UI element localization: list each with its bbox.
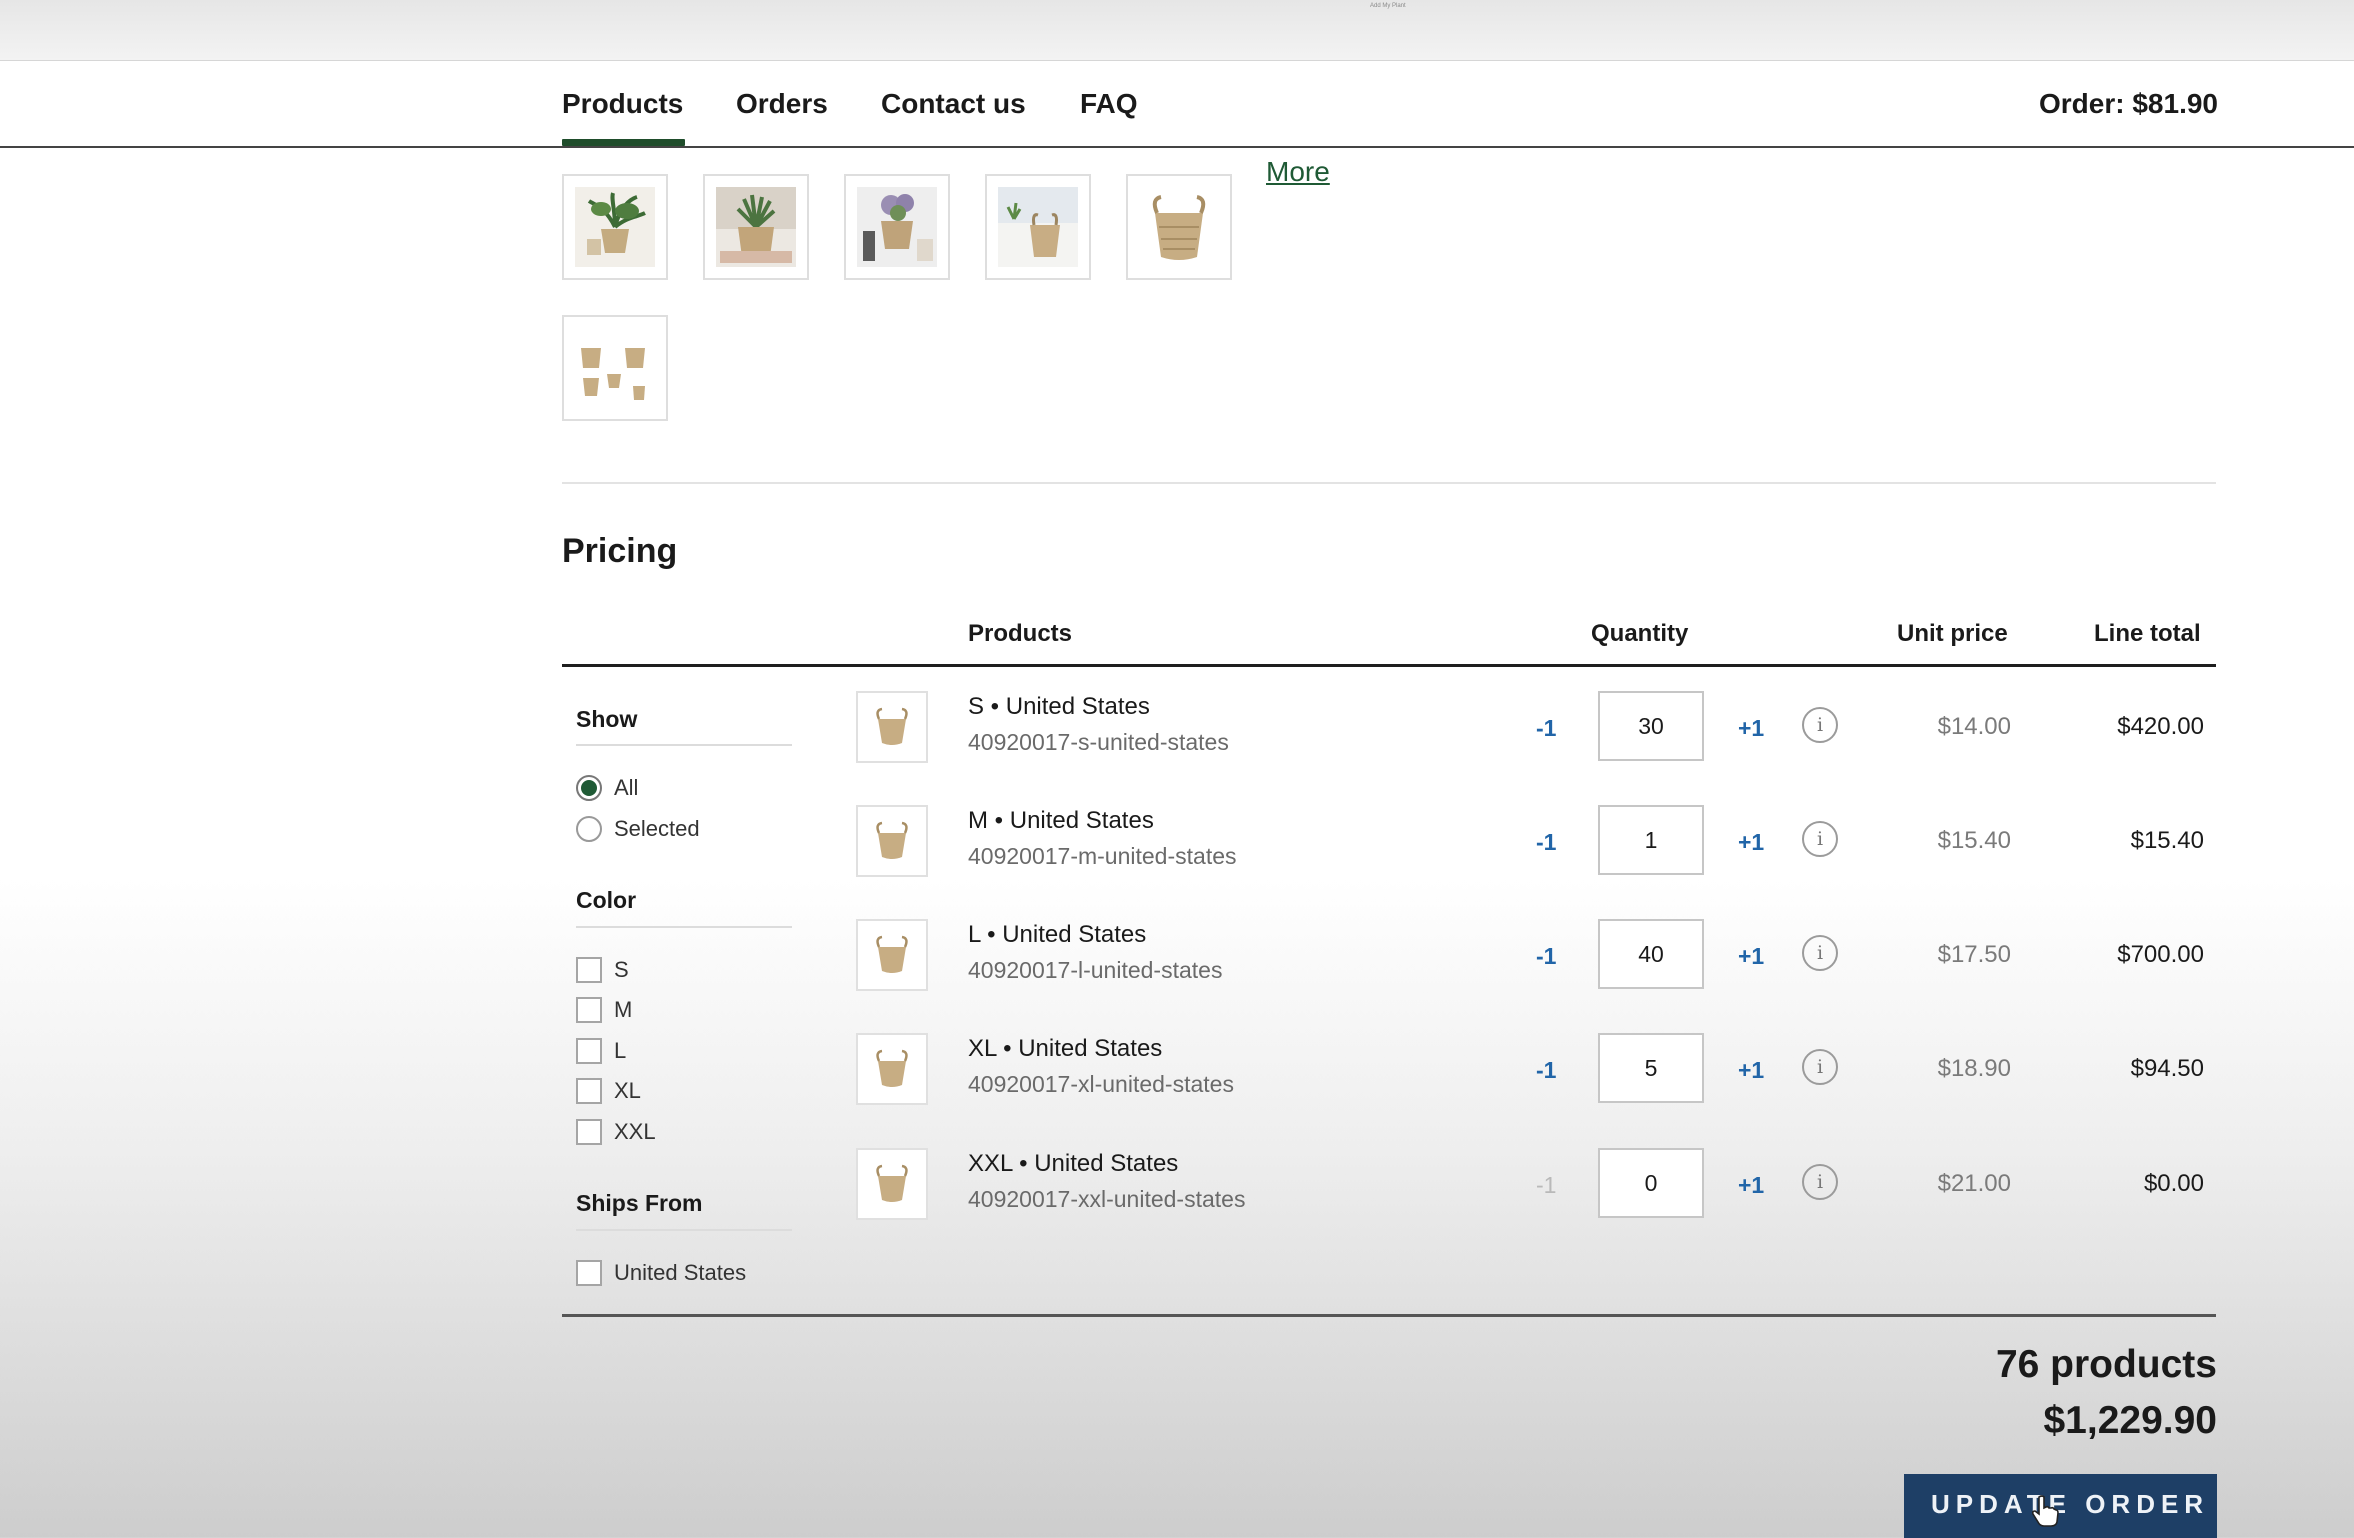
- order-total: Order: $81.90: [2039, 88, 2218, 119]
- update-order-button[interactable]: UPDATE ORDER: [1904, 1474, 2217, 1538]
- column-header-unit-price: Unit price: [1897, 620, 2008, 647]
- variant-name: L • United States: [968, 921, 1147, 948]
- column-header-line-total: Line total: [2094, 620, 2201, 647]
- increment-button[interactable]: +1: [1738, 943, 1764, 970]
- unit-price: $17.50: [1937, 941, 2011, 968]
- products-count: 76 products: [1995, 1343, 2217, 1386]
- tab-faq[interactable]: FAQ: [1080, 88, 1138, 120]
- table-row: L • United States 40920017-l-united-stat…: [0, 919, 2354, 1009]
- product-image: [856, 805, 928, 877]
- hand-cursor-icon: [2031, 1495, 2059, 1527]
- section-divider: [562, 482, 2216, 484]
- increment-button[interactable]: +1: [1738, 829, 1764, 856]
- product-thumbnail-1[interactable]: [562, 174, 668, 280]
- basket-icon: [876, 935, 908, 973]
- plant-basket-image: [716, 187, 796, 267]
- product-image: [856, 691, 928, 763]
- unit-price: $18.90: [1937, 1055, 2011, 1082]
- plant-basket-image: [575, 187, 655, 267]
- basket-icon: [876, 1049, 908, 1087]
- quantity-input[interactable]: [1598, 1033, 1704, 1103]
- unit-price: $15.40: [1937, 827, 2011, 854]
- basket-image: [1139, 187, 1219, 267]
- table-footer-rule: [562, 1314, 2216, 1317]
- variant-sku: 40920017-xl-united-states: [968, 1071, 1234, 1097]
- decrement-button[interactable]: -1: [1536, 829, 1556, 856]
- variant-sku: 40920017-s-united-states: [968, 729, 1229, 755]
- quantity-input[interactable]: [1598, 919, 1704, 989]
- decrement-button[interactable]: -1: [1536, 1172, 1556, 1199]
- basket-icon: [876, 821, 908, 859]
- increment-button[interactable]: +1: [1738, 1057, 1764, 1084]
- quantity-input[interactable]: [1598, 805, 1704, 875]
- line-total: $0.00: [2143, 1170, 2204, 1197]
- basket-icon: [876, 1164, 908, 1202]
- checkbox-icon[interactable]: [576, 1260, 602, 1286]
- variant-name: XL • United States: [968, 1035, 1163, 1062]
- quantity-input[interactable]: [1598, 691, 1704, 761]
- info-icon[interactable]: i: [1802, 1164, 1838, 1200]
- line-total: $94.50: [2130, 1055, 2204, 1082]
- table-header-rule: [562, 664, 2216, 667]
- line-total: $15.40: [2130, 827, 2204, 854]
- tab-orders[interactable]: Orders: [736, 88, 828, 120]
- basket-icon: [876, 707, 908, 745]
- product-thumbnail-6[interactable]: [562, 315, 668, 421]
- table-row: XXL • United States 40920017-xxl-united-…: [0, 1148, 2354, 1238]
- decrement-button[interactable]: -1: [1536, 943, 1556, 970]
- increment-button[interactable]: +1: [1738, 715, 1764, 742]
- filter-ships-from-united-states[interactable]: United States: [576, 1260, 746, 1286]
- plant-basket-image: [998, 187, 1078, 267]
- info-icon[interactable]: i: [1802, 1049, 1838, 1085]
- unit-price: $21.00: [1937, 1170, 2011, 1197]
- product-thumbnail-3[interactable]: [844, 174, 950, 280]
- product-thumbnail-5[interactable]: [1126, 174, 1232, 280]
- tab-products[interactable]: Products: [562, 88, 686, 146]
- variant-sku: 40920017-m-united-states: [968, 843, 1237, 869]
- info-icon[interactable]: i: [1802, 935, 1838, 971]
- unit-price: $14.00: [1937, 713, 2011, 740]
- info-icon[interactable]: i: [1802, 707, 1838, 743]
- column-header-products: Products: [968, 620, 1073, 647]
- decrement-button[interactable]: -1: [1536, 715, 1556, 742]
- variant-sku: 40920017-l-united-states: [968, 957, 1223, 983]
- line-total: $420.00: [2117, 713, 2204, 740]
- product-image: [856, 919, 928, 991]
- product-image: [856, 1148, 928, 1220]
- order-grand-total: $1,229.90: [2043, 1399, 2217, 1442]
- line-total: $700.00: [2117, 941, 2204, 968]
- column-header-quantity: Quantity: [1591, 620, 1689, 647]
- quantity-input[interactable]: [1598, 1148, 1704, 1218]
- table-row: S • United States 40920017-s-united-stat…: [0, 691, 2354, 781]
- variant-name: M • United States: [968, 807, 1154, 834]
- filter-option-label: United States: [614, 1260, 747, 1285]
- tab-contact-us[interactable]: Contact us: [881, 88, 1026, 120]
- plant-basket-image: [857, 187, 937, 267]
- product-thumbnail-2[interactable]: [703, 174, 809, 280]
- variant-name: S • United States: [968, 693, 1150, 720]
- basket-set-image: [575, 328, 655, 408]
- info-icon[interactable]: i: [1802, 821, 1838, 857]
- main-nav: Products Orders Contact us FAQ Order: $8…: [0, 61, 2354, 148]
- more-images-link[interactable]: More: [1266, 156, 1330, 188]
- variant-sku: 40920017-xxl-united-states: [968, 1186, 1246, 1212]
- table-row: M • United States 40920017-m-united-stat…: [0, 805, 2354, 895]
- top-bar-text: Add My Plant: [1370, 3, 1406, 9]
- increment-button[interactable]: +1: [1738, 1172, 1764, 1199]
- top-bar: Add My Plant: [0, 0, 2354, 61]
- product-thumbnail-4[interactable]: [985, 174, 1091, 280]
- variant-name: XXL • United States: [968, 1150, 1179, 1177]
- product-image: [856, 1033, 928, 1105]
- decrement-button[interactable]: -1: [1536, 1057, 1556, 1084]
- table-row: XL • United States 40920017-xl-united-st…: [0, 1033, 2354, 1123]
- pricing-title: Pricing: [562, 532, 678, 570]
